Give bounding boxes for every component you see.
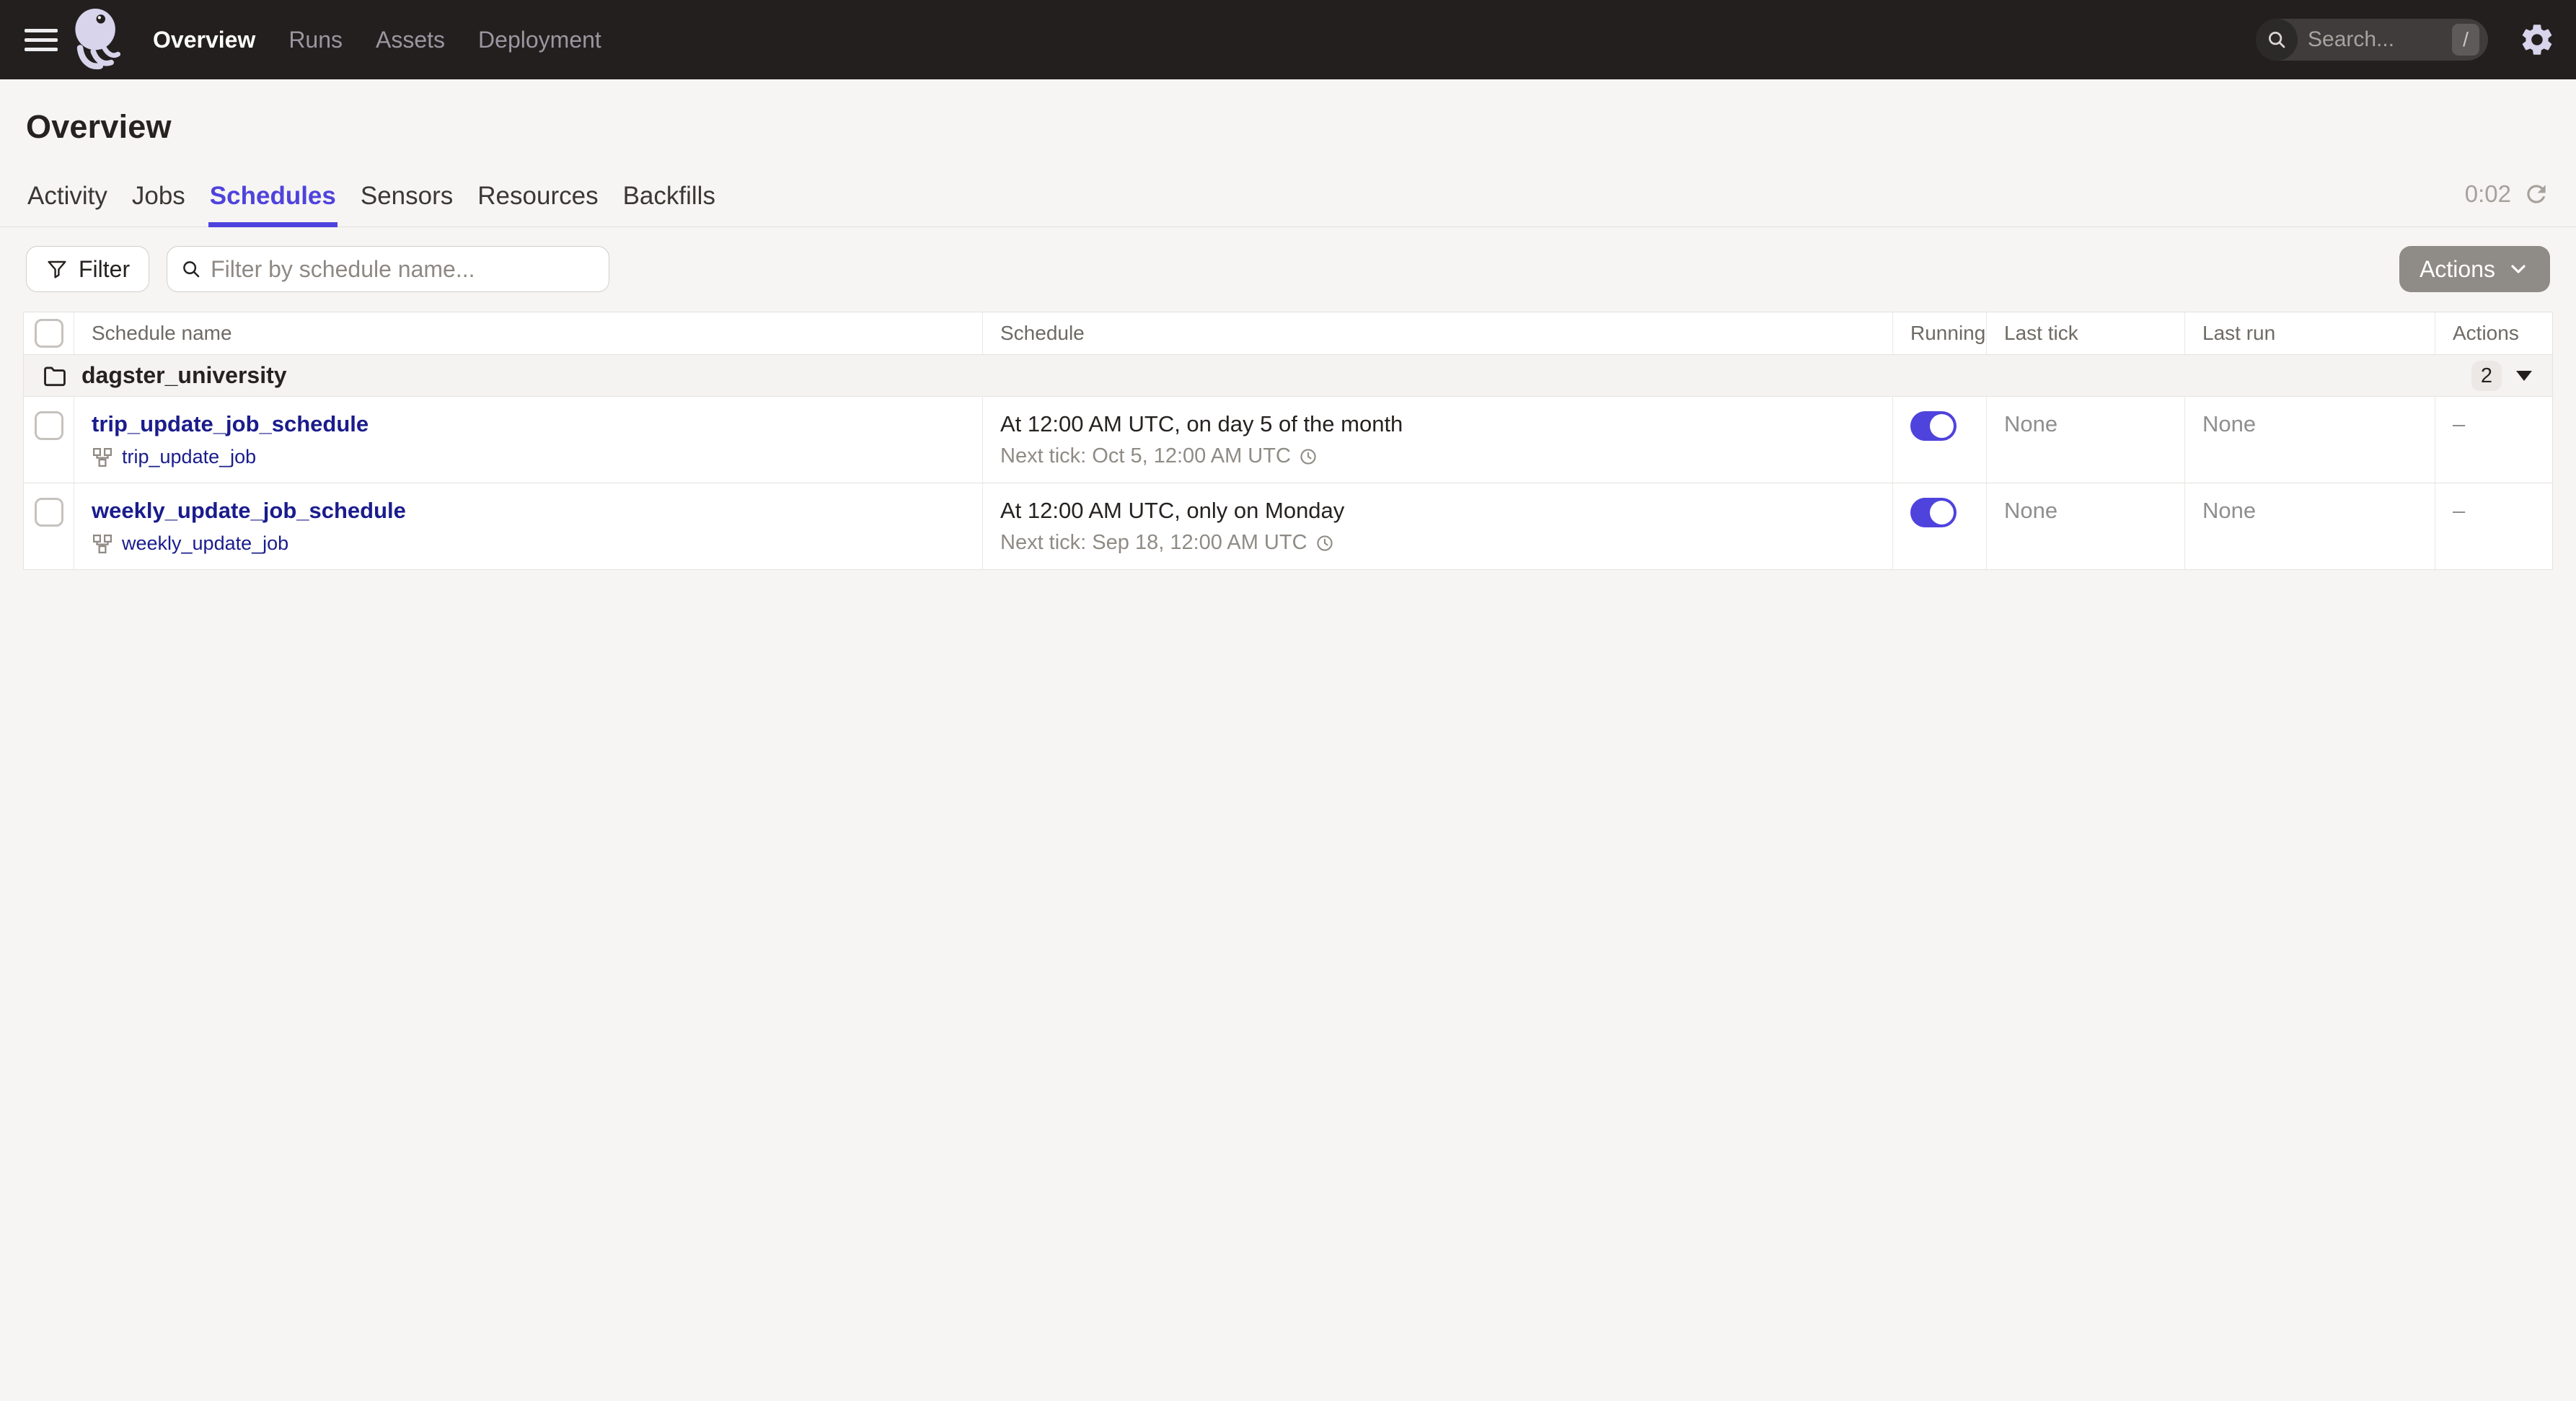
chevron-down-icon (2507, 258, 2530, 281)
gear-icon[interactable] (2518, 21, 2556, 58)
next-tick-text: Next tick: Oct 5, 12:00 AM UTC (1000, 444, 1291, 467)
funnel-icon (45, 258, 69, 281)
search-shortcut-badge: / (2452, 24, 2479, 56)
row-checkbox[interactable] (34, 498, 63, 527)
global-search[interactable]: / (2256, 19, 2488, 61)
schedule-filter-field[interactable] (167, 246, 610, 292)
tab-activity[interactable]: Activity (26, 177, 109, 227)
last-tick-value: None (2004, 498, 2058, 523)
search-input[interactable] (2298, 27, 2452, 52)
select-all-checkbox[interactable] (34, 319, 63, 348)
job-link[interactable]: weekly_update_job (122, 532, 288, 555)
search-icon (180, 258, 202, 280)
row-checkbox[interactable] (34, 411, 63, 440)
schedule-name-link[interactable]: weekly_update_job_schedule (92, 498, 406, 524)
refresh-countdown: 0:02 (2464, 180, 2511, 207)
dagster-logo-icon[interactable] (72, 8, 123, 71)
tab-jobs[interactable]: Jobs (131, 177, 187, 227)
running-toggle[interactable] (1910, 498, 1957, 527)
schedule-name-link[interactable]: trip_update_job_schedule (92, 411, 369, 437)
row-actions-placeholder: – (2453, 498, 2466, 523)
schedules-table: Schedule name Schedule Running Last tick… (23, 312, 2553, 570)
nav-item-overview[interactable]: Overview (153, 27, 255, 53)
job-icon (92, 533, 113, 555)
folder-icon (41, 362, 69, 390)
next-tick-text: Next tick: Sep 18, 12:00 AM UTC (1000, 531, 1307, 554)
group-count-badge: 2 (2471, 361, 2502, 391)
hamburger-menu-button[interactable] (20, 19, 62, 61)
top-nav: Overview Runs Assets Deployment / (0, 0, 2576, 79)
tab-resources[interactable]: Resources (476, 177, 599, 227)
schedule-description: At 12:00 AM UTC, on day 5 of the month (1000, 411, 1403, 436)
column-header-schedule: Schedule (983, 312, 1893, 354)
nav-item-deployment[interactable]: Deployment (478, 27, 601, 53)
collapse-caret-icon[interactable] (2516, 371, 2532, 381)
schedule-filter-input[interactable] (211, 255, 596, 283)
job-icon (92, 447, 113, 468)
clock-icon (1315, 533, 1335, 553)
actions-button-label: Actions (2420, 255, 2495, 282)
repo-group-name: dagster_university (81, 362, 287, 388)
search-icon (2256, 19, 2298, 61)
job-link[interactable]: trip_update_job (122, 446, 256, 468)
filter-button-label: Filter (79, 255, 131, 282)
toolbar: Filter Actions (26, 246, 2550, 292)
column-header-last-tick: Last tick (1987, 312, 2185, 354)
tab-sensors[interactable]: Sensors (359, 177, 454, 227)
table-row: weekly_update_job_schedule weekly_update… (24, 483, 2552, 570)
primary-nav: Overview Runs Assets Deployment (153, 27, 601, 53)
column-header-schedule-name: Schedule name (74, 312, 983, 354)
column-header-last-run: Last run (2185, 312, 2435, 354)
column-header-running: Running (1893, 312, 1987, 354)
table-header-row: Schedule name Schedule Running Last tick… (24, 312, 2552, 355)
column-header-actions: Actions (2453, 322, 2519, 344)
last-tick-value: None (2004, 411, 2058, 436)
last-run-value: None (2202, 411, 2257, 436)
row-actions-placeholder: – (2453, 411, 2466, 436)
filter-button[interactable]: Filter (26, 246, 150, 292)
tab-backfills[interactable]: Backfills (622, 177, 717, 227)
refresh-icon[interactable] (2523, 180, 2550, 208)
tab-schedules[interactable]: Schedules (208, 177, 338, 227)
clock-icon (1298, 447, 1318, 467)
running-toggle[interactable] (1910, 411, 1957, 441)
page-title: Overview (26, 108, 172, 145)
repo-group-row[interactable]: dagster_university 2 (24, 355, 2552, 397)
last-run-value: None (2202, 498, 2257, 523)
nav-item-assets[interactable]: Assets (376, 27, 445, 53)
tabs-bar: Activity Jobs Schedules Sensors Resource… (0, 177, 2576, 227)
nav-item-runs[interactable]: Runs (288, 27, 343, 53)
schedule-description: At 12:00 AM UTC, only on Monday (1000, 498, 1345, 523)
actions-button[interactable]: Actions (2399, 246, 2550, 292)
table-row: trip_update_job_schedule trip_update_job… (24, 397, 2552, 483)
